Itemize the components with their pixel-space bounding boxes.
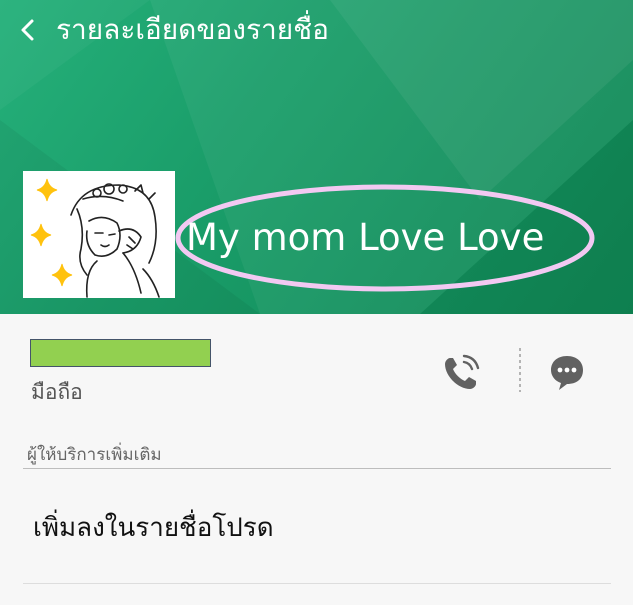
phone-number-redacted [30,339,211,367]
phone-icon [445,354,480,389]
call-button[interactable] [438,350,484,396]
contact-header: รายละเอียดของรายชื่อ My mom Love Love [0,0,633,314]
phone-number-row[interactable] [0,314,633,424]
message-button[interactable] [545,350,589,394]
section-header-additional-providers: ผู้ให้บริการเพิ่มเติม [27,445,162,465]
top-app-bar: รายละเอียดของรายชื่อ [0,0,633,62]
sparkle-icon [30,178,73,287]
add-to-favorites-label: เพิ่มลงในรายชื่อโปรด [33,513,274,543]
phone-type-label: มือถือ [31,380,83,404]
message-icon [551,356,583,390]
contact-avatar[interactable] [23,171,175,298]
vertical-divider [519,348,521,392]
list-divider [23,583,611,584]
avatar-drawing [30,178,160,298]
section-divider [23,468,611,469]
chevron-left-icon [21,19,34,41]
page-title: รายละเอียดของรายชื่อ [56,13,329,46]
back-button[interactable] [10,10,46,50]
contact-name: My mom Love Love [186,216,545,259]
